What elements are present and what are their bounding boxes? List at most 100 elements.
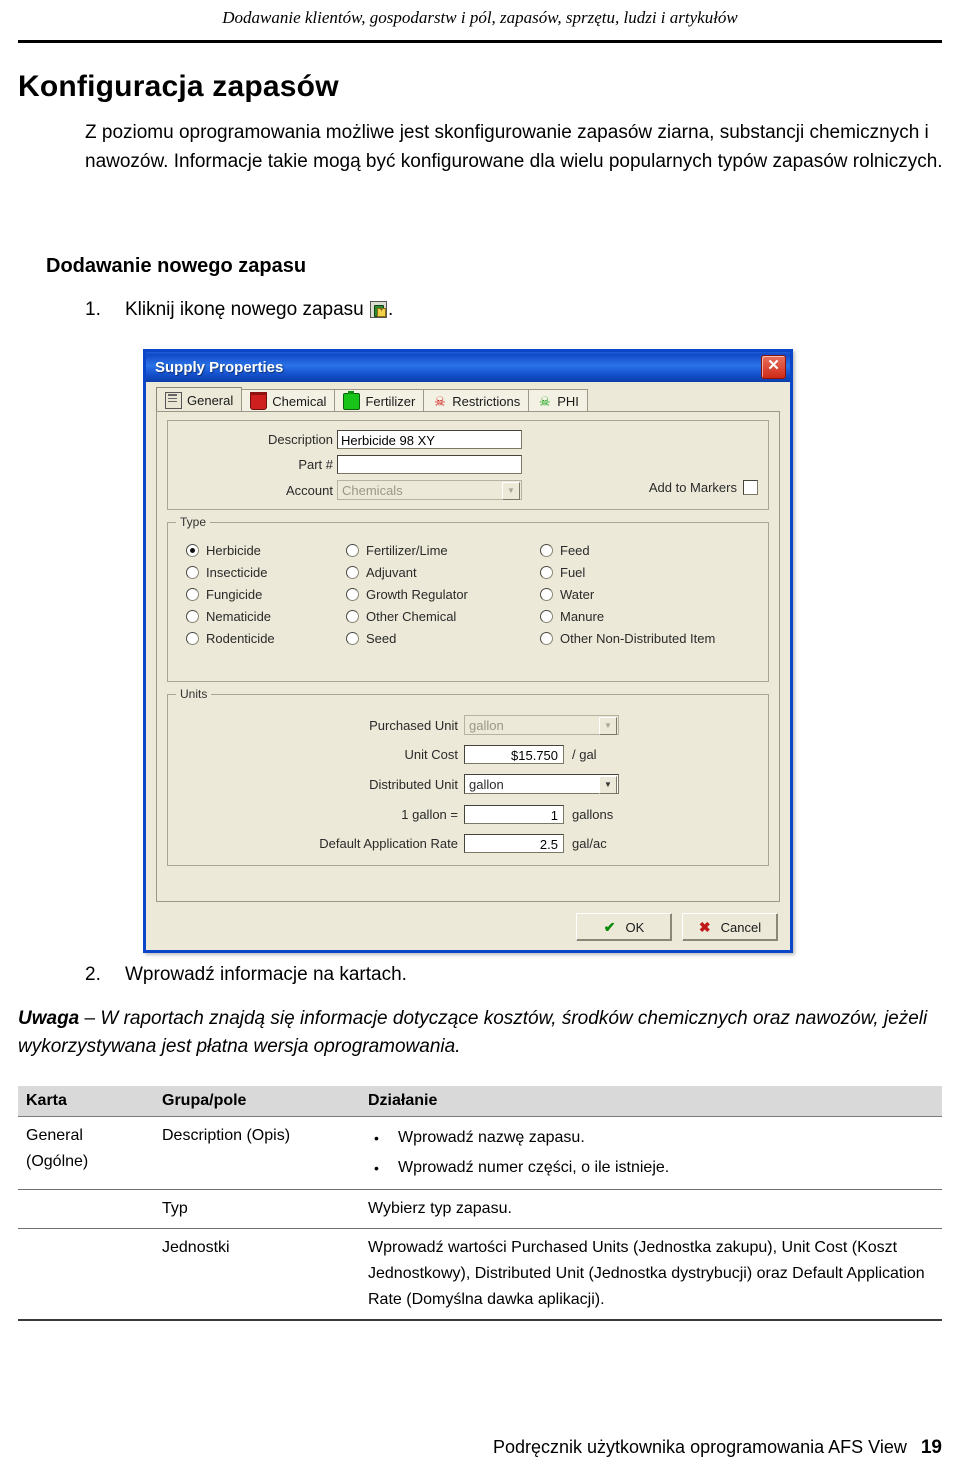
radio-rodenticide[interactable]: Rodenticide — [186, 627, 336, 649]
step-2: 2. Wprowadź informacje na kartach. — [85, 962, 407, 988]
cell-grupa-description: Description (Opis) — [162, 1127, 291, 1144]
radio-dot-icon — [540, 631, 553, 645]
radio-growth-regulator[interactable]: Growth Regulator — [346, 583, 531, 605]
radio-fuel[interactable]: Fuel — [540, 561, 780, 583]
purchased-unit-select[interactable]: gallon ▼ — [464, 715, 619, 735]
tab-restrictions[interactable]: ☠ Restrictions — [423, 389, 530, 412]
table-row: General (Ogólne) Description (Opis) Wpro… — [18, 1117, 942, 1190]
units-groupbox: Units Purchased Unit gallon ▼ Unit Cost … — [167, 687, 769, 866]
radio-water-label: Water — [560, 586, 595, 602]
step-1-text: Kliknij ikonę nowego zapasu — [125, 299, 364, 320]
radio-other-non-distributed-item[interactable]: Other Non-Distributed Item — [540, 627, 780, 649]
note-label: Uwaga — [18, 1008, 80, 1029]
purchased-unit-value: gallon — [469, 718, 504, 733]
radio-dot-icon — [540, 587, 553, 601]
radio-feed-label: Feed — [560, 542, 590, 558]
page-number: 19 — [920, 1437, 942, 1458]
tab-chemical[interactable]: Chemical — [241, 389, 336, 412]
table-row: Jednostki Wprowadź wartości Purchased Un… — [18, 1228, 942, 1321]
tab-general[interactable]: General — [156, 387, 243, 412]
cell-karta-empty-2 — [18, 1228, 154, 1321]
radio-other-chemical[interactable]: Other Chemical — [346, 605, 531, 627]
radio-adjuvant[interactable]: Adjuvant — [346, 561, 531, 583]
conversion-input[interactable]: 1 — [464, 805, 564, 824]
unit-cost-suffix: / gal — [572, 747, 597, 762]
chevron-down-icon[interactable]: ▼ — [599, 776, 617, 794]
radio-insecticide-label: Insecticide — [206, 564, 268, 580]
page-title: Konfiguracja zapasów — [18, 70, 339, 103]
part-number-input[interactable] — [337, 455, 522, 474]
list-item: Wprowadź nazwę zapasu. — [368, 1123, 934, 1153]
tab-restrictions-label: Restrictions — [452, 393, 521, 409]
new-supply-icon: + — [370, 301, 387, 318]
radio-rodenticide-label: Rodenticide — [206, 630, 275, 646]
clipboard-icon — [165, 391, 182, 409]
bucket-icon — [250, 391, 268, 410]
step-1-number: 1. — [85, 299, 101, 320]
document-page: Dodawanie klientów, gospodarstw i pól, z… — [0, 0, 960, 1477]
tab-phi[interactable]: ☠ PHI — [528, 389, 588, 412]
table-header-row: Karta Grupa/pole Działanie — [18, 1086, 942, 1117]
radio-fertilizer-lime[interactable]: Fertilizer/Lime — [346, 539, 531, 561]
radio-insecticide[interactable]: Insecticide — [186, 561, 336, 583]
list-item: Wprowadź numer części, o ile istnieje. — [368, 1153, 934, 1183]
tab-pane-general: Description Herbicide 98 XY Part # Accou… — [156, 411, 780, 902]
page-footer: Podręcznik użytkownika oprogramowania AF… — [493, 1437, 942, 1459]
radio-seed[interactable]: Seed — [346, 627, 531, 649]
default-application-rate-input[interactable]: 2.5 — [464, 834, 564, 853]
add-to-markers-label: Add to Markers — [648, 480, 737, 495]
distributed-unit-label: Distributed Unit — [369, 776, 458, 792]
radio-manure[interactable]: Manure — [540, 605, 780, 627]
dialog-title-bar[interactable]: Supply Properties ✕ — [146, 352, 790, 382]
conversion-suffix: gallons — [572, 807, 614, 822]
radio-nematicide[interactable]: Nematicide — [186, 605, 336, 627]
description-input[interactable]: Herbicide 98 XY — [337, 430, 522, 449]
part-number-label: Part # — [298, 457, 333, 472]
radio-herbicide[interactable]: Herbicide — [186, 539, 336, 561]
radio-fuel-label: Fuel — [560, 564, 586, 580]
conversion-label: 1 gallon = — [401, 807, 458, 822]
cell-dzialanie-jednostki: Wprowadź wartości Purchased Units (Jedno… — [360, 1228, 942, 1321]
cancel-button[interactable]: ✖ Cancel — [682, 913, 778, 941]
radio-dot-icon — [346, 631, 359, 645]
purchased-unit-label: Purchased Unit — [369, 717, 458, 733]
radio-herbicide-label: Herbicide — [206, 542, 261, 558]
karta-general-line1: General — [26, 1127, 83, 1144]
distributed-unit-value: gallon — [469, 777, 504, 792]
radio-other-chemical-label: Other Chemical — [366, 608, 457, 624]
check-icon: ✔ — [603, 918, 616, 935]
units-group-legend: Units — [176, 687, 212, 701]
dialog-tabstrip[interactable]: General Chemical Fertilizer ☠ Restrictio… — [156, 387, 780, 412]
radio-adjuvant-label: Adjuvant — [366, 564, 417, 580]
cell-grupa-typ: Typ — [154, 1189, 360, 1229]
ok-button[interactable]: ✔ OK — [576, 913, 672, 941]
radio-water[interactable]: Water — [540, 583, 780, 605]
radio-fertilizer-lime-label: Fertilizer/Lime — [366, 542, 448, 558]
step-2-text: Wprowadź informacje na kartach. — [125, 964, 407, 985]
chevron-down-icon[interactable]: ▼ — [502, 482, 520, 500]
close-icon[interactable]: ✕ — [761, 355, 786, 379]
type-groupbox: Type Herbicide Insecticide Fungicide Nem… — [167, 515, 769, 682]
radio-growth-regulator-label: Growth Regulator — [366, 586, 468, 602]
header-rule — [18, 40, 942, 43]
supply-properties-dialog[interactable]: Supply Properties ✕ General Chemical Fer… — [143, 349, 793, 953]
chevron-down-icon[interactable]: ▼ — [599, 717, 617, 735]
radio-dot-icon — [540, 609, 553, 623]
radio-fungicide[interactable]: Fungicide — [186, 583, 336, 605]
skull-red-icon: ☠ — [433, 393, 446, 409]
unit-cost-input[interactable]: $15.750 — [464, 745, 564, 764]
radio-feed[interactable]: Feed — [540, 539, 780, 561]
default-application-rate-suffix: gal/ac — [572, 836, 607, 851]
dialog-button-row: ✔ OK ✖ Cancel — [576, 913, 778, 941]
distributed-unit-select[interactable]: gallon ▼ — [464, 774, 619, 794]
account-select[interactable]: Chemicals ▼ — [337, 480, 522, 500]
cell-karta-general: General (Ogólne) — [18, 1117, 154, 1190]
add-to-markers-checkbox[interactable] — [743, 480, 758, 495]
unit-cost-label: Unit Cost — [404, 747, 458, 762]
radio-dot-icon — [346, 565, 359, 579]
tab-fertilizer[interactable]: Fertilizer — [334, 389, 425, 412]
type-group-legend: Type — [176, 515, 211, 529]
note-paragraph: Uwaga – W raportach znajdą się informacj… — [18, 1005, 948, 1061]
reference-table: Karta Grupa/pole Działanie General (Ogól… — [18, 1086, 942, 1321]
description-action-list: Wprowadź nazwę zapasu. Wprowadź numer cz… — [368, 1123, 934, 1183]
